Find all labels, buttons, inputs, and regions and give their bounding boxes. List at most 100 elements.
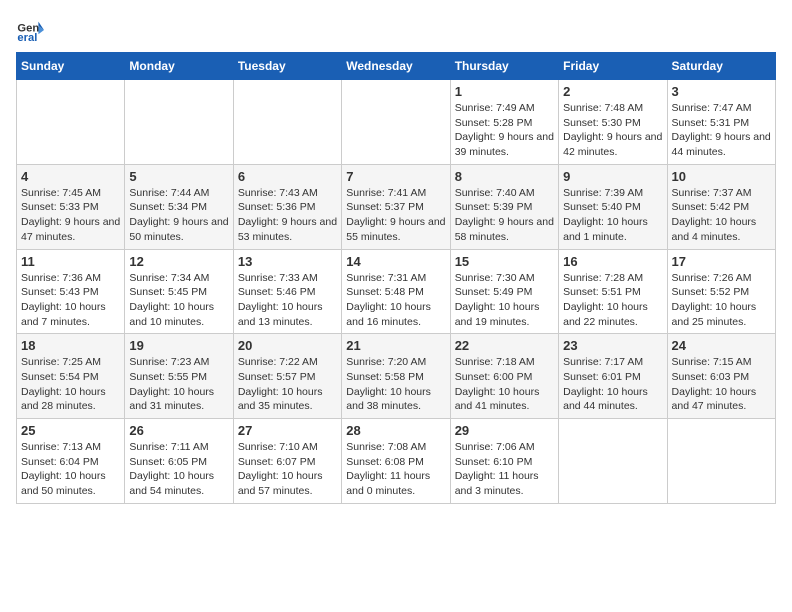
day-number: 25 xyxy=(21,423,120,438)
calendar-cell: 8 Sunrise: 7:40 AM Sunset: 5:39 PM Daylig… xyxy=(450,164,558,249)
logo: Gen eral xyxy=(16,16,48,44)
day-detail: Sunrise: 7:26 AM Sunset: 5:52 PM Dayligh… xyxy=(672,271,771,330)
day-detail: Sunrise: 7:43 AM Sunset: 5:36 PM Dayligh… xyxy=(238,186,337,245)
day-detail: Sunrise: 7:28 AM Sunset: 5:51 PM Dayligh… xyxy=(563,271,662,330)
day-detail: Sunrise: 7:15 AM Sunset: 6:03 PM Dayligh… xyxy=(672,355,771,414)
calendar-cell xyxy=(559,419,667,504)
col-header-sunday: Sunday xyxy=(17,53,125,80)
calendar-cell: 5 Sunrise: 7:44 AM Sunset: 5:34 PM Daylig… xyxy=(125,164,233,249)
day-number: 23 xyxy=(563,338,662,353)
calendar-cell: 4 Sunrise: 7:45 AM Sunset: 5:33 PM Daylig… xyxy=(17,164,125,249)
calendar-cell xyxy=(17,80,125,165)
calendar-cell xyxy=(667,419,775,504)
day-number: 9 xyxy=(563,169,662,184)
col-header-thursday: Thursday xyxy=(450,53,558,80)
calendar-week-2: 4 Sunrise: 7:45 AM Sunset: 5:33 PM Daylig… xyxy=(17,164,776,249)
day-detail: Sunrise: 7:48 AM Sunset: 5:30 PM Dayligh… xyxy=(563,101,662,160)
col-header-monday: Monday xyxy=(125,53,233,80)
day-number: 15 xyxy=(455,254,554,269)
calendar-cell: 26Sunrise: 7:11 AM Sunset: 6:05 PM Dayli… xyxy=(125,419,233,504)
calendar-cell: 21 Sunrise: 7:20 AM Sunset: 5:58 PM Dayli… xyxy=(342,334,450,419)
calendar-cell: 14 Sunrise: 7:31 AM Sunset: 5:48 PM Dayli… xyxy=(342,249,450,334)
day-number: 29 xyxy=(455,423,554,438)
day-number: 7 xyxy=(346,169,445,184)
day-detail: Sunrise: 7:44 AM Sunset: 5:34 PM Dayligh… xyxy=(129,186,228,245)
day-number: 18 xyxy=(21,338,120,353)
calendar-cell: 1 Sunrise: 7:49 AM Sunset: 5:28 PM Daylig… xyxy=(450,80,558,165)
day-number: 4 xyxy=(21,169,120,184)
day-number: 8 xyxy=(455,169,554,184)
day-detail: Sunrise: 7:33 AM Sunset: 5:46 PM Dayligh… xyxy=(238,271,337,330)
calendar-cell: 28 Sunrise: 7:08 AM Sunset: 6:08 PM Dayli… xyxy=(342,419,450,504)
calendar-cell: 18 Sunrise: 7:25 AM Sunset: 5:54 PM Dayli… xyxy=(17,334,125,419)
page-header: Gen eral xyxy=(16,16,776,44)
calendar-cell: 13 Sunrise: 7:33 AM Sunset: 5:46 PM Dayli… xyxy=(233,249,341,334)
calendar-week-1: 1 Sunrise: 7:49 AM Sunset: 5:28 PM Daylig… xyxy=(17,80,776,165)
day-detail: Sunrise: 7:23 AM Sunset: 5:55 PM Dayligh… xyxy=(129,355,228,414)
day-detail: Sunrise: 7:13 AM Sunset: 6:04 PM Dayligh… xyxy=(21,440,120,499)
calendar-cell: 3Sunrise: 7:47 AM Sunset: 5:31 PM Daylig… xyxy=(667,80,775,165)
day-number: 10 xyxy=(672,169,771,184)
day-detail: Sunrise: 7:40 AM Sunset: 5:39 PM Dayligh… xyxy=(455,186,554,245)
calendar-cell xyxy=(125,80,233,165)
day-number: 3 xyxy=(672,84,771,99)
calendar-cell: 25 Sunrise: 7:13 AM Sunset: 6:04 PM Dayli… xyxy=(17,419,125,504)
day-detail: Sunrise: 7:31 AM Sunset: 5:48 PM Dayligh… xyxy=(346,271,445,330)
calendar-table: SundayMondayTuesdayWednesdayThursdayFrid… xyxy=(16,52,776,504)
calendar-cell: 10 Sunrise: 7:37 AM Sunset: 5:42 PM Dayli… xyxy=(667,164,775,249)
day-detail: Sunrise: 7:45 AM Sunset: 5:33 PM Dayligh… xyxy=(21,186,120,245)
calendar-cell: 29 Sunrise: 7:06 AM Sunset: 6:10 PM Dayli… xyxy=(450,419,558,504)
day-detail: Sunrise: 7:25 AM Sunset: 5:54 PM Dayligh… xyxy=(21,355,120,414)
day-number: 27 xyxy=(238,423,337,438)
calendar-cell: 16Sunrise: 7:28 AM Sunset: 5:51 PM Dayli… xyxy=(559,249,667,334)
day-detail: Sunrise: 7:36 AM Sunset: 5:43 PM Dayligh… xyxy=(21,271,120,330)
day-number: 11 xyxy=(21,254,120,269)
day-detail: Sunrise: 7:30 AM Sunset: 5:49 PM Dayligh… xyxy=(455,271,554,330)
calendar-cell: 2 Sunrise: 7:48 AM Sunset: 5:30 PM Daylig… xyxy=(559,80,667,165)
calendar-cell: 11 Sunrise: 7:36 AM Sunset: 5:43 PM Dayli… xyxy=(17,249,125,334)
day-detail: Sunrise: 7:18 AM Sunset: 6:00 PM Dayligh… xyxy=(455,355,554,414)
calendar-cell: 15 Sunrise: 7:30 AM Sunset: 5:49 PM Dayli… xyxy=(450,249,558,334)
calendar-cell: 6 Sunrise: 7:43 AM Sunset: 5:36 PM Daylig… xyxy=(233,164,341,249)
day-number: 14 xyxy=(346,254,445,269)
day-number: 2 xyxy=(563,84,662,99)
calendar-cell: 9 Sunrise: 7:39 AM Sunset: 5:40 PM Daylig… xyxy=(559,164,667,249)
col-header-wednesday: Wednesday xyxy=(342,53,450,80)
svg-text:eral: eral xyxy=(17,32,37,44)
day-detail: Sunrise: 7:08 AM Sunset: 6:08 PM Dayligh… xyxy=(346,440,445,499)
day-number: 17 xyxy=(672,254,771,269)
day-number: 1 xyxy=(455,84,554,99)
calendar-cell: 24 Sunrise: 7:15 AM Sunset: 6:03 PM Dayli… xyxy=(667,334,775,419)
logo-icon: Gen eral xyxy=(16,16,44,44)
day-detail: Sunrise: 7:37 AM Sunset: 5:42 PM Dayligh… xyxy=(672,186,771,245)
day-number: 5 xyxy=(129,169,228,184)
calendar-cell: 19Sunrise: 7:23 AM Sunset: 5:55 PM Dayli… xyxy=(125,334,233,419)
col-header-friday: Friday xyxy=(559,53,667,80)
day-detail: Sunrise: 7:39 AM Sunset: 5:40 PM Dayligh… xyxy=(563,186,662,245)
day-detail: Sunrise: 7:17 AM Sunset: 6:01 PM Dayligh… xyxy=(563,355,662,414)
calendar-header-row: SundayMondayTuesdayWednesdayThursdayFrid… xyxy=(17,53,776,80)
calendar-cell: 23 Sunrise: 7:17 AM Sunset: 6:01 PM Dayli… xyxy=(559,334,667,419)
day-detail: Sunrise: 7:22 AM Sunset: 5:57 PM Dayligh… xyxy=(238,355,337,414)
calendar-week-5: 25 Sunrise: 7:13 AM Sunset: 6:04 PM Dayli… xyxy=(17,419,776,504)
calendar-cell: 22Sunrise: 7:18 AM Sunset: 6:00 PM Dayli… xyxy=(450,334,558,419)
day-number: 13 xyxy=(238,254,337,269)
calendar-week-4: 18 Sunrise: 7:25 AM Sunset: 5:54 PM Dayli… xyxy=(17,334,776,419)
day-detail: Sunrise: 7:49 AM Sunset: 5:28 PM Dayligh… xyxy=(455,101,554,160)
calendar-cell xyxy=(342,80,450,165)
calendar-cell: 7 Sunrise: 7:41 AM Sunset: 5:37 PM Daylig… xyxy=(342,164,450,249)
day-number: 28 xyxy=(346,423,445,438)
calendar-cell: 12Sunrise: 7:34 AM Sunset: 5:45 PM Dayli… xyxy=(125,249,233,334)
day-detail: Sunrise: 7:06 AM Sunset: 6:10 PM Dayligh… xyxy=(455,440,554,499)
calendar-cell xyxy=(233,80,341,165)
day-detail: Sunrise: 7:20 AM Sunset: 5:58 PM Dayligh… xyxy=(346,355,445,414)
day-number: 24 xyxy=(672,338,771,353)
day-detail: Sunrise: 7:41 AM Sunset: 5:37 PM Dayligh… xyxy=(346,186,445,245)
day-number: 6 xyxy=(238,169,337,184)
calendar-cell: 20 Sunrise: 7:22 AM Sunset: 5:57 PM Dayli… xyxy=(233,334,341,419)
day-number: 21 xyxy=(346,338,445,353)
col-header-saturday: Saturday xyxy=(667,53,775,80)
calendar-cell: 17 Sunrise: 7:26 AM Sunset: 5:52 PM Dayli… xyxy=(667,249,775,334)
day-detail: Sunrise: 7:10 AM Sunset: 6:07 PM Dayligh… xyxy=(238,440,337,499)
day-number: 20 xyxy=(238,338,337,353)
